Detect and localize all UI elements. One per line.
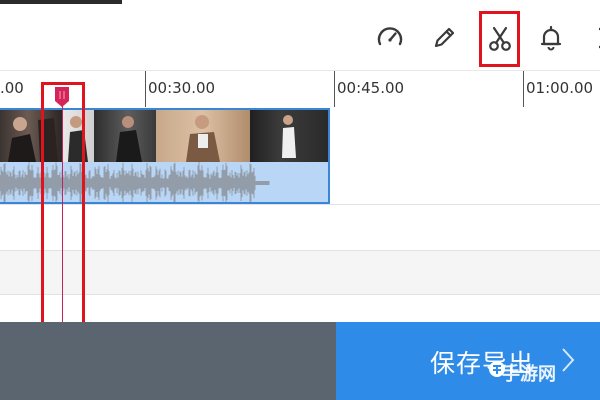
- pencil-icon: [434, 27, 455, 48]
- ruler-label-4: 01:00.00: [526, 79, 594, 97]
- playhead-line: [62, 97, 63, 325]
- speed-button[interactable]: [370, 18, 410, 58]
- ruler-label-3: 00:45.00: [337, 79, 405, 97]
- watermark-text: 手游网: [502, 364, 556, 385]
- thumbnail-frame: [250, 110, 328, 162]
- timeline-tracks: [0, 108, 600, 322]
- watermark-logo-icon: [489, 361, 505, 377]
- clip-thumbnails: [0, 110, 328, 162]
- playhead-handle[interactable]: [55, 87, 69, 107]
- scissors-icon: [488, 26, 511, 51]
- ruler-label-2: 00:30.00: [148, 79, 216, 97]
- empty-lane: [0, 204, 600, 250]
- bell-icon: [540, 25, 562, 51]
- lane-divider: [0, 204, 600, 205]
- notification-button[interactable]: [531, 18, 571, 58]
- thumbnail-frame: [0, 110, 62, 162]
- cut-button[interactable]: [479, 11, 520, 67]
- edit-button[interactable]: [424, 18, 464, 58]
- footer-left-panel: [0, 322, 336, 400]
- thumbnail-frame: [62, 110, 94, 162]
- thumbnail-frame: [94, 110, 156, 162]
- partial-icon: [599, 27, 600, 49]
- timeline-ruler[interactable]: .00 00:30.00 00:45.00 01:00.00: [0, 70, 600, 108]
- empty-lane: [0, 295, 600, 322]
- editing-toolbar: [0, 4, 600, 70]
- ruler-label-1: .00: [0, 79, 24, 97]
- thumbnail-frame: [156, 110, 250, 162]
- ruler-tick: [145, 71, 146, 107]
- ruler-tick: [523, 71, 524, 107]
- ruler-tick: [334, 71, 335, 107]
- speedometer-icon: [377, 27, 403, 46]
- overflow-tool-button[interactable]: [588, 18, 600, 58]
- lane-divider: [0, 250, 600, 251]
- chevron-right-icon: [562, 348, 575, 372]
- save-export-button[interactable]: 保存导出: [336, 322, 600, 400]
- audio-waveform: [0, 162, 328, 202]
- video-clip[interactable]: [0, 108, 330, 204]
